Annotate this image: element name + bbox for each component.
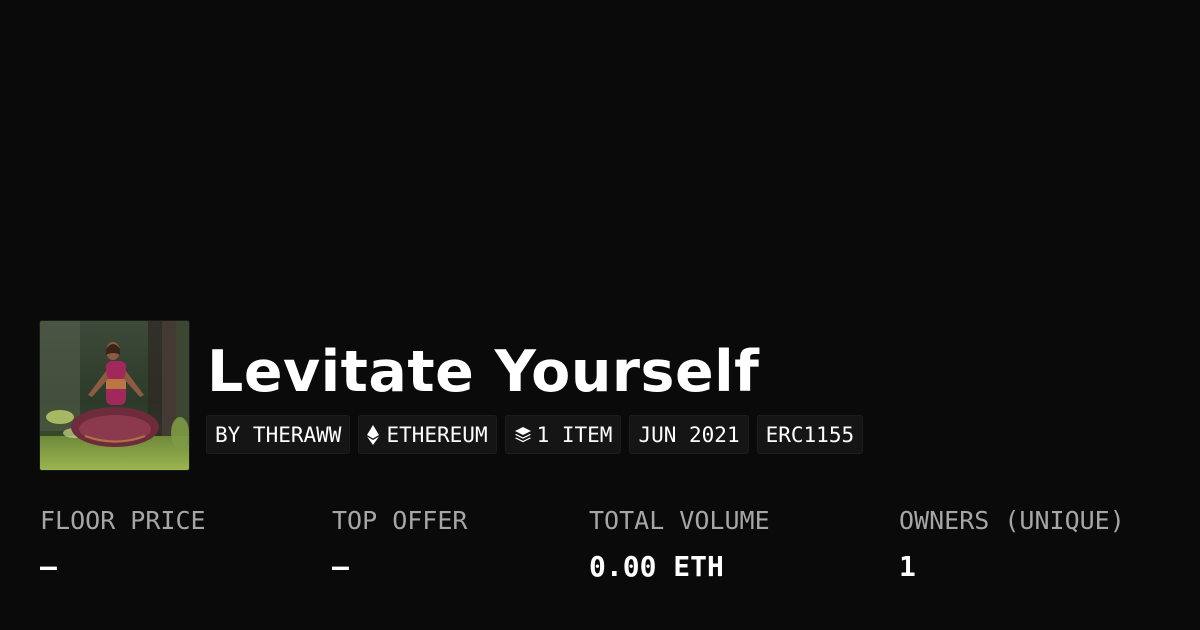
collection-tags: BY THERAWW ETHEREUM 1 ITEM JUN 2021 ERC1… xyxy=(206,415,864,454)
collection-thumbnail xyxy=(40,321,189,470)
date-label: JUN 2021 xyxy=(638,422,740,447)
layers-icon xyxy=(514,426,532,444)
owners-value: 1 xyxy=(899,550,916,583)
creator-tag[interactable]: BY THERAWW xyxy=(206,415,351,454)
total-volume-stat: TOTAL VOLUME 0.00 ETH xyxy=(589,500,770,592)
chain-label: ETHEREUM xyxy=(386,422,488,447)
collection-stats: FLOOR PRICE — TOP OFFER — TOTAL VOLUME 0… xyxy=(0,500,1200,600)
floor-price-value: — xyxy=(40,550,57,583)
thumbnail-image xyxy=(40,321,189,470)
floor-price-stat: FLOOR PRICE — xyxy=(40,500,206,592)
top-offer-stat: TOP OFFER — xyxy=(332,500,467,592)
standard-tag: ERC1155 xyxy=(756,415,864,454)
collection-title: Levitate Yourself xyxy=(207,339,760,405)
ethereum-icon xyxy=(367,424,380,445)
chain-tag: ETHEREUM xyxy=(358,415,497,454)
creator-label: BY THERAWW xyxy=(215,422,342,447)
date-tag: JUN 2021 xyxy=(629,415,749,454)
total-volume-label: TOTAL VOLUME xyxy=(589,506,770,535)
owners-stat: OWNERS (UNIQUE) 1 xyxy=(899,500,1125,592)
owners-label: OWNERS (UNIQUE) xyxy=(899,506,1125,535)
items-tag: 1 ITEM xyxy=(504,415,622,454)
top-offer-value: — xyxy=(332,550,349,583)
items-label: 1 ITEM xyxy=(536,422,613,447)
floor-price-label: FLOOR PRICE xyxy=(40,506,206,535)
top-offer-label: TOP OFFER xyxy=(332,506,468,535)
collection-card: Levitate Yourself BY THERAWW ETHEREUM 1 … xyxy=(0,0,1200,630)
total-volume-value: 0.00 ETH xyxy=(589,550,724,583)
standard-label: ERC1155 xyxy=(765,422,855,447)
